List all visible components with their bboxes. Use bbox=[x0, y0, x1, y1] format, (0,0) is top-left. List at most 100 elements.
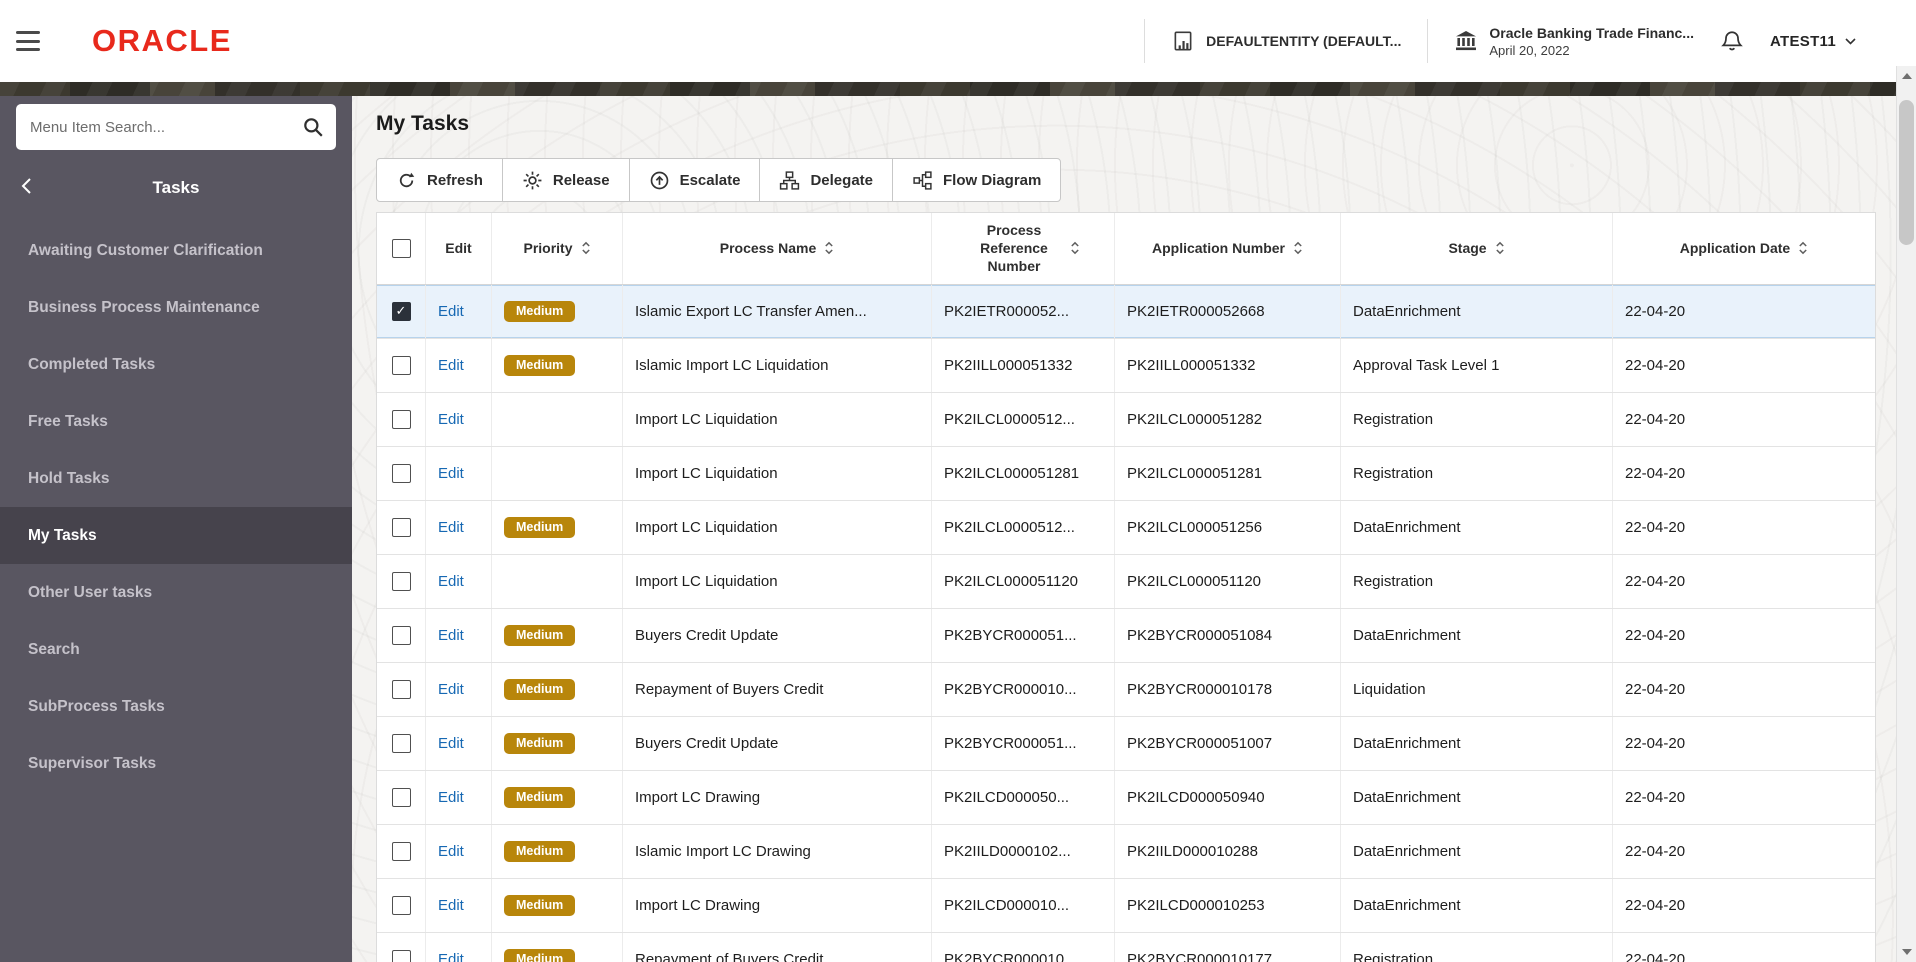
sidebar-item-free-tasks[interactable]: Free Tasks bbox=[0, 393, 352, 450]
refresh-button[interactable]: Refresh bbox=[376, 158, 503, 202]
bank-name: Oracle Banking Trade Financ... bbox=[1489, 24, 1694, 41]
table-row[interactable]: Edit Medium Islamic Import LC Drawing PK2II… bbox=[377, 824, 1875, 879]
select-all-cell bbox=[377, 213, 426, 284]
application-date-cell: 22-04-20 bbox=[1625, 680, 1686, 698]
edit-link[interactable]: Edit bbox=[438, 573, 464, 590]
row-checkbox[interactable] bbox=[391, 895, 411, 915]
sidebar-item-supervisor-tasks[interactable]: Supervisor Tasks bbox=[0, 735, 352, 792]
row-checkbox[interactable] bbox=[391, 517, 411, 537]
row-checkbox[interactable] bbox=[391, 571, 411, 591]
stage-cell: Liquidation bbox=[1341, 662, 1613, 716]
edit-link[interactable]: Edit bbox=[438, 303, 464, 320]
process-reference-number-cell: PK2ILCL000051281 bbox=[932, 446, 1115, 500]
edit-link[interactable]: Edit bbox=[438, 519, 464, 536]
table-row[interactable]: Edit Import LC Liquidation PK2ILCL00005128… bbox=[377, 446, 1875, 501]
process-reference-number-cell: PK2IILD0000102... bbox=[932, 824, 1115, 878]
priority-badge: Medium bbox=[504, 840, 576, 862]
process-name-cell: Buyers Credit Update bbox=[623, 716, 932, 770]
user-menu[interactable]: ATEST11 bbox=[1770, 33, 1890, 50]
sidebar-item-other-user-tasks[interactable]: Other User tasks bbox=[0, 564, 352, 621]
column-header-process-name[interactable]: Process Name bbox=[623, 213, 932, 284]
sort-icon[interactable] bbox=[1495, 240, 1505, 256]
edit-cell: Edit bbox=[426, 608, 492, 662]
sidebar-item-subprocess-tasks[interactable]: SubProcess Tasks bbox=[0, 678, 352, 735]
edit-link[interactable]: Edit bbox=[438, 411, 464, 428]
table-row[interactable]: Edit Medium Repayment of Buyers Credit PK2B… bbox=[377, 932, 1875, 962]
row-checkbox[interactable] bbox=[391, 355, 411, 375]
column-header-edit: Edit bbox=[426, 213, 492, 284]
scroll-down-arrow-icon[interactable] bbox=[1897, 942, 1916, 962]
sort-icon[interactable] bbox=[1798, 240, 1808, 256]
table-row[interactable]: ✓ Edit Medium Islamic Export LC Transfer Am… bbox=[377, 284, 1875, 339]
vertical-scrollbar[interactable] bbox=[1896, 66, 1916, 962]
edit-link[interactable]: Edit bbox=[438, 735, 464, 752]
sort-icon[interactable] bbox=[1070, 240, 1080, 256]
sidebar-item-my-tasks[interactable]: My Tasks bbox=[0, 507, 352, 564]
column-header-application-date[interactable]: Application Date bbox=[1613, 213, 1875, 284]
edit-link[interactable]: Edit bbox=[438, 681, 464, 698]
table-row[interactable]: Edit Medium Buyers Credit Update PK2BYCR000… bbox=[377, 608, 1875, 663]
scroll-up-arrow-icon[interactable] bbox=[1897, 66, 1916, 86]
application-number-cell: PK2ILCL000051282 bbox=[1115, 392, 1341, 446]
release-button[interactable]: Release bbox=[501, 158, 630, 202]
process-name-cell: Repayment of Buyers Credit bbox=[623, 932, 932, 962]
sidebar-item-awaiting-customer-clarification[interactable]: Awaiting Customer Clarification bbox=[0, 222, 352, 279]
row-checkbox[interactable] bbox=[391, 733, 411, 753]
priority-cell: Medium bbox=[492, 662, 623, 716]
edit-link[interactable]: Edit bbox=[438, 843, 464, 860]
column-header-process-reference-number[interactable]: Process Reference Number bbox=[932, 213, 1115, 284]
column-header-application-number[interactable]: Application Number bbox=[1115, 213, 1341, 284]
table-row[interactable]: Edit Import LC Liquidation PK2ILCL00005112… bbox=[377, 554, 1875, 609]
table-row[interactable]: Edit Medium Islamic Import LC Liquidation P… bbox=[377, 338, 1875, 393]
stage-cell: DataEnrichment bbox=[1341, 608, 1613, 662]
edit-link[interactable]: Edit bbox=[438, 465, 464, 482]
sidebar-item-search[interactable]: Search bbox=[0, 621, 352, 678]
edit-link[interactable]: Edit bbox=[438, 951, 464, 962]
flow-diagram-button[interactable]: Flow Diagram bbox=[892, 158, 1062, 202]
scrollbar-thumb[interactable] bbox=[1899, 100, 1914, 245]
table-row[interactable]: Edit Import LC Liquidation PK2ILCL0000512.… bbox=[377, 392, 1875, 447]
row-checkbox[interactable] bbox=[391, 787, 411, 807]
notifications-bell-icon[interactable] bbox=[1720, 29, 1744, 53]
sidebar-item-hold-tasks[interactable]: Hold Tasks bbox=[0, 450, 352, 507]
edit-cell: Edit bbox=[426, 878, 492, 932]
sidebar-item-business-process-maintenance[interactable]: Business Process Maintenance bbox=[0, 279, 352, 336]
process-name-cell: Repayment of Buyers Credit bbox=[623, 662, 932, 716]
edit-link[interactable]: Edit bbox=[438, 897, 464, 914]
row-checkbox[interactable] bbox=[391, 841, 411, 861]
row-checkbox[interactable] bbox=[391, 679, 411, 699]
select-all-checkbox[interactable] bbox=[391, 238, 411, 258]
flow-diagram-icon bbox=[913, 170, 932, 190]
hamburger-menu-icon[interactable] bbox=[16, 29, 46, 53]
process-reference-number-cell: PK2IILL000051332 bbox=[932, 338, 1115, 392]
table-row[interactable]: Edit Medium Import LC Drawing PK2ILCD000050… bbox=[377, 770, 1875, 825]
menu-search-input[interactable] bbox=[16, 104, 336, 150]
process-name-cell: Buyers Credit Update bbox=[623, 608, 932, 662]
sidebar-item-completed-tasks[interactable]: Completed Tasks bbox=[0, 336, 352, 393]
escalate-button[interactable]: Escalate bbox=[628, 158, 761, 202]
row-checkbox[interactable]: ✓ bbox=[391, 301, 411, 321]
table-row[interactable]: Edit Medium Import LC Drawing PK2ILCD000010… bbox=[377, 878, 1875, 933]
row-checkbox[interactable] bbox=[391, 409, 411, 429]
process-name-cell: Import LC Liquidation bbox=[623, 446, 932, 500]
chevron-left-icon[interactable] bbox=[20, 176, 34, 199]
column-header-priority[interactable]: Priority bbox=[492, 213, 623, 284]
application-date-cell: 22-04-20 bbox=[1625, 572, 1686, 590]
delegate-button[interactable]: Delegate bbox=[759, 158, 893, 202]
edit-link[interactable]: Edit bbox=[438, 789, 464, 806]
entity-selector[interactable]: DEFAULTENTITY (DEFAULT... bbox=[1171, 29, 1401, 53]
search-icon[interactable] bbox=[302, 116, 324, 138]
row-checkbox[interactable] bbox=[391, 949, 411, 962]
row-checkbox[interactable] bbox=[391, 463, 411, 483]
table-row[interactable]: Edit Medium Buyers Credit Update PK2BYCR000… bbox=[377, 716, 1875, 771]
table-row[interactable]: Edit Medium Repayment of Buyers Credit PK2B… bbox=[377, 662, 1875, 717]
sort-icon[interactable] bbox=[581, 240, 591, 256]
edit-link[interactable]: Edit bbox=[438, 627, 464, 644]
column-header-stage[interactable]: Stage bbox=[1341, 213, 1613, 284]
sort-icon[interactable] bbox=[1293, 240, 1303, 256]
sort-icon[interactable] bbox=[824, 240, 834, 256]
table-row[interactable]: Edit Medium Import LC Liquidation PK2ILCL00… bbox=[377, 500, 1875, 555]
edit-link[interactable]: Edit bbox=[438, 357, 464, 374]
row-checkbox[interactable] bbox=[391, 625, 411, 645]
application-number-cell: PK2ILCL000051281 bbox=[1115, 446, 1341, 500]
